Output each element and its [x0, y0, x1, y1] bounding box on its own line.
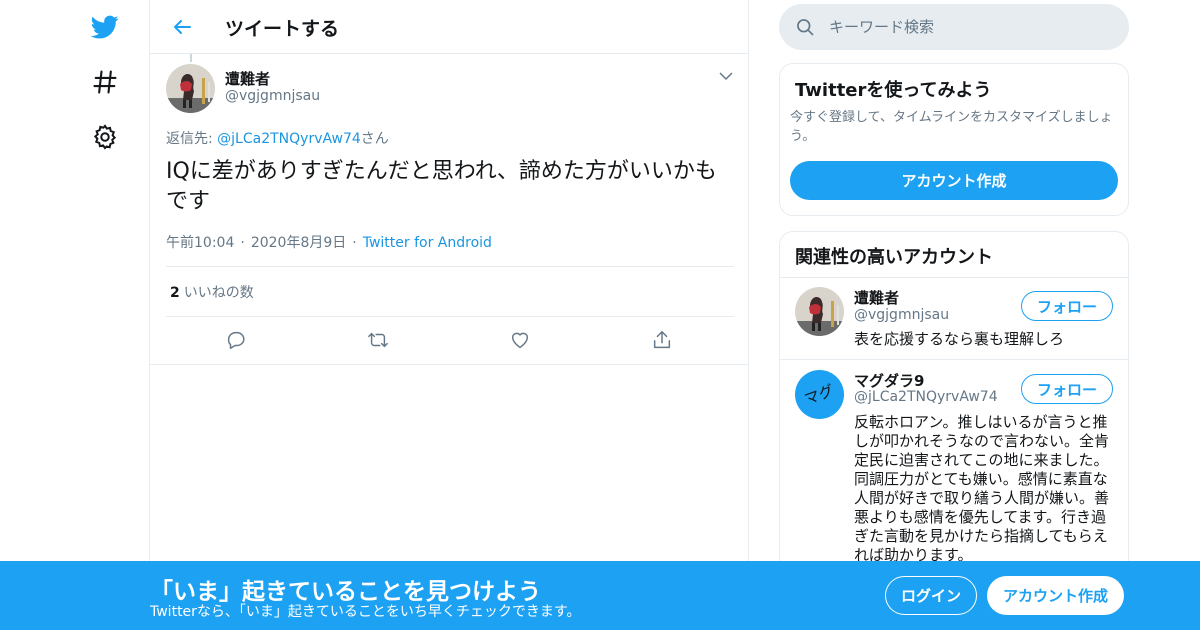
search-icon — [797, 19, 814, 36]
avatar-text: マグ — [802, 381, 837, 409]
tweet-meta: 午前10:04 · 2020年8月9日 · Twitter for Android — [166, 232, 492, 252]
back-arrow-icon[interactable] — [170, 15, 194, 39]
tweet-time[interactable]: 午前10:04 — [166, 235, 234, 251]
main-column: ツイートする 遭難者 @vgjgmnjsau 返信先: @jLCa2TNQyrv… — [149, 0, 749, 630]
account-name[interactable]: 遭難者 — [854, 287, 899, 308]
signup-card: Twitterを使ってみよう 今すぐ登録して、タイムラインをカスタマイズしましょ… — [779, 63, 1129, 216]
account-avatar[interactable]: マグ — [795, 370, 844, 419]
banner-subtitle: Twitterなら、「いま」起きていることをいち早くチェックできます。 — [150, 604, 581, 620]
divider — [166, 266, 734, 267]
reply-to: 返信先: @jLCa2TNQyrvAw74さん — [166, 128, 389, 148]
likes-number: 2 — [170, 285, 180, 301]
thread-line — [190, 54, 192, 62]
reply-suffix: さん — [360, 131, 389, 147]
gear-icon[interactable] — [91, 123, 119, 151]
meta-separator: · — [240, 235, 245, 251]
follow-button[interactable]: フォロー — [1021, 374, 1113, 404]
account-bio: 反転ホロアン。推しはいるが言うと推しが叩かれそうなので言わない。全肯定民に迫害さ… — [854, 413, 1110, 564]
divider — [780, 359, 1128, 360]
author-name[interactable]: 遭難者 — [225, 68, 270, 89]
login-button[interactable]: ログイン — [885, 576, 977, 615]
related-accounts-card: 関連性の高いアカウント 遭難者 @vgjgmnjsau フォロー 表を応援するな… — [779, 231, 1129, 576]
reply-target-link[interactable]: @jLCa2TNQyrvAw74 — [217, 131, 361, 147]
left-nav — [0, 0, 150, 630]
chevron-down-icon[interactable] — [718, 68, 734, 84]
reply-prefix: 返信先: — [166, 131, 218, 147]
divider — [780, 277, 1128, 278]
signup-card-text: 今すぐ登録して、タイムラインをカスタマイズしましょう。 — [790, 110, 1113, 144]
reply-icon[interactable] — [225, 329, 247, 351]
retweet-icon[interactable] — [367, 329, 389, 351]
likes-label: いいねの数 — [183, 285, 254, 301]
divider — [150, 364, 748, 365]
follow-button[interactable]: フォロー — [1021, 291, 1113, 321]
page: ツイートする 遭難者 @vgjgmnjsau 返信先: @jLCa2TNQyrv… — [0, 0, 1200, 630]
author-handle[interactable]: @vgjgmnjsau — [225, 88, 320, 104]
account-bio: 表を応援するなら裏も理解しろ — [854, 330, 1065, 348]
signup-banner: 「いま」起きていることを見つけよう Twitterなら、「いま」起きていることを… — [0, 561, 1200, 630]
likes-count[interactable]: 2 いいねの数 — [170, 282, 254, 302]
account-handle[interactable]: @jLCa2TNQyrvAw74 — [854, 389, 998, 405]
create-account-button[interactable]: アカウント作成 — [790, 161, 1118, 200]
signup-card-title: Twitterを使ってみよう — [795, 80, 992, 101]
tweet-source-link[interactable]: Twitter for Android — [363, 235, 492, 251]
share-icon[interactable] — [651, 329, 673, 351]
like-icon[interactable] — [509, 329, 531, 351]
avatar[interactable] — [166, 64, 215, 113]
meta-separator: · — [352, 235, 357, 251]
hashtag-icon[interactable] — [91, 68, 119, 96]
twitter-bird-icon[interactable] — [91, 13, 119, 41]
header: ツイートする — [150, 0, 748, 54]
banner-create-account-button[interactable]: アカウント作成 — [987, 576, 1124, 615]
account-name[interactable]: マグダラ9 — [854, 370, 924, 391]
divider — [166, 316, 734, 317]
search-input[interactable] — [829, 4, 1109, 50]
page-title: ツイートする — [225, 18, 340, 40]
tweet-date[interactable]: 2020年8月9日 — [251, 235, 346, 251]
tweet-text: IQに差がありすぎたんだと思われ、諦めた方がいいかもです — [166, 159, 717, 214]
search-bar — [779, 4, 1129, 50]
related-accounts-title: 関連性の高いアカウント — [795, 247, 993, 268]
account-handle[interactable]: @vgjgmnjsau — [854, 307, 949, 323]
account-avatar[interactable] — [795, 287, 844, 336]
